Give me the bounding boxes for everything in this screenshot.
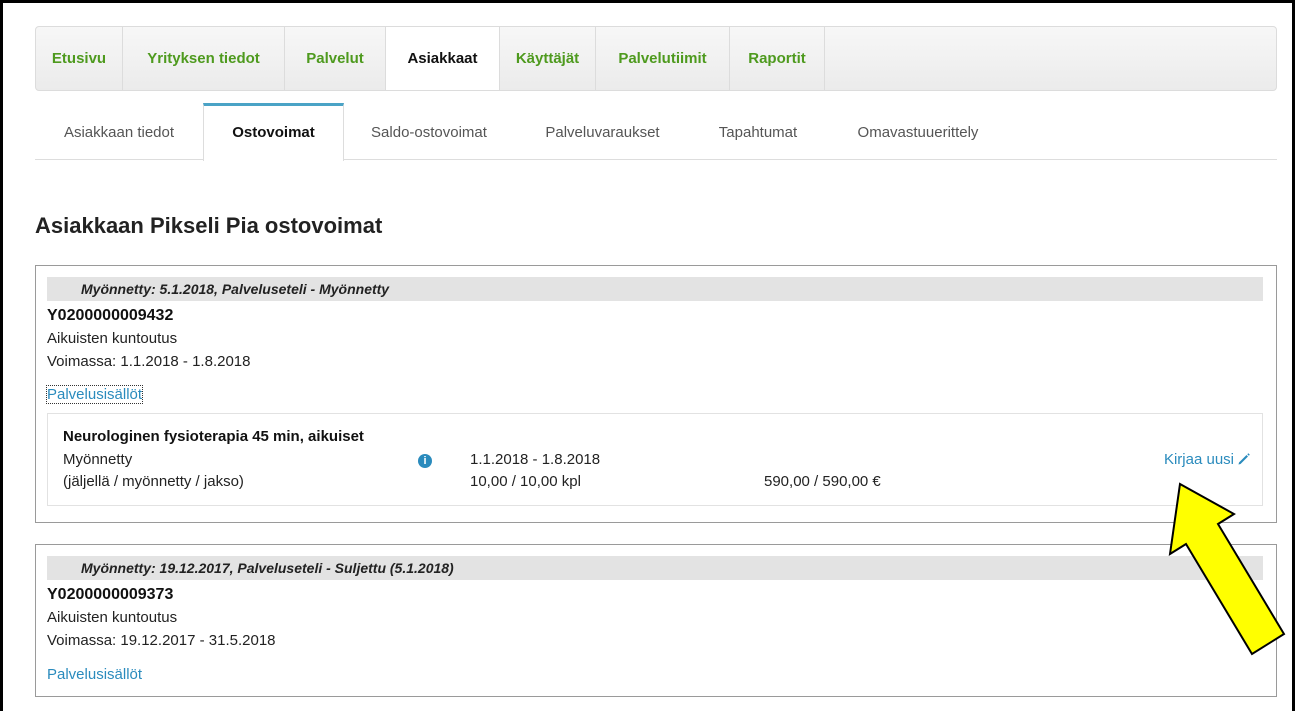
tab-palveluvaraukset[interactable]: Palveluvaraukset bbox=[514, 103, 691, 160]
service-name: Neurologinen fysioterapia 45 min, aikuis… bbox=[63, 428, 364, 445]
tab-ostovoimat[interactable]: Ostovoimat bbox=[203, 103, 344, 161]
card-header: Myönnetty: 5.1.2018, Palveluseteli - Myö… bbox=[47, 277, 1263, 301]
page-title: Asiakkaan Pikseli Pia ostovoimat bbox=[35, 213, 383, 238]
nav-kayttajat[interactable]: Käyttäjät bbox=[500, 27, 596, 90]
validity-period: Voimassa: 19.12.2017 - 31.5.2018 bbox=[47, 632, 276, 649]
nav-raportit[interactable]: Raportit bbox=[730, 27, 825, 90]
pencil-icon[interactable] bbox=[1237, 452, 1251, 466]
customer-subtabs: Asiakkaan tiedot Ostovoimat Saldo-ostovo… bbox=[35, 103, 1277, 161]
tab-omavastuuerittely[interactable]: Omavastuuerittely bbox=[825, 103, 1011, 160]
kirjaa-uusi-label[interactable]: Kirjaa uusi bbox=[1164, 451, 1234, 468]
tab-asiakkaan-tiedot[interactable]: Asiakkaan tiedot bbox=[35, 103, 203, 160]
service-status: Myönnetty bbox=[63, 451, 133, 468]
service-period: 1.1.2018 - 1.8.2018 bbox=[470, 451, 601, 468]
service-quantity: 10,00 / 10,00 kpl bbox=[470, 473, 581, 490]
tab-tapahtumat[interactable]: Tapahtumat bbox=[691, 103, 825, 160]
nav-asiakkaat[interactable]: Asiakkaat bbox=[386, 27, 500, 90]
card-header: Myönnetty: 19.12.2017, Palveluseteli - S… bbox=[47, 556, 1263, 580]
service-row: Neurologinen fysioterapia 45 min, aikuis… bbox=[47, 413, 1263, 506]
nav-etusivu[interactable]: Etusivu bbox=[36, 27, 123, 90]
palvelusisallot-link[interactable]: Palvelusisällöt bbox=[45, 385, 144, 404]
purchase-power-card: Myönnetty: 19.12.2017, Palveluseteli - S… bbox=[35, 544, 1277, 697]
nav-yrityksen-tiedot[interactable]: Yrityksen tiedot bbox=[123, 27, 285, 90]
nav-palvelut[interactable]: Palvelut bbox=[285, 27, 386, 90]
quantity-legend: (jäljellä / myönnetty / jakso) bbox=[63, 473, 244, 490]
palvelusisallot-link[interactable]: Palvelusisällöt bbox=[47, 666, 142, 683]
service-type: Aikuisten kuntoutus bbox=[47, 330, 178, 347]
tab-saldo-ostovoimat[interactable]: Saldo-ostovoimat bbox=[344, 103, 514, 160]
kirjaa-uusi-link[interactable]: Kirjaa uusi bbox=[1164, 451, 1251, 468]
top-navigation: Etusivu Yrityksen tiedot Palvelut Asiakk… bbox=[35, 26, 1277, 91]
voucher-code: Y0200000009432 bbox=[47, 307, 174, 324]
nav-palvelutiimit[interactable]: Palvelutiimit bbox=[596, 27, 730, 90]
info-icon[interactable]: i bbox=[418, 454, 432, 468]
voucher-code: Y0200000009373 bbox=[47, 586, 174, 603]
service-amount: 590,00 / 590,00 € bbox=[764, 473, 881, 490]
yellow-arrow bbox=[1168, 482, 1286, 656]
purchase-power-card: Myönnetty: 5.1.2018, Palveluseteli - Myö… bbox=[35, 265, 1277, 523]
validity-period: Voimassa: 1.1.2018 - 1.8.2018 bbox=[47, 353, 251, 370]
service-type: Aikuisten kuntoutus bbox=[47, 609, 178, 626]
